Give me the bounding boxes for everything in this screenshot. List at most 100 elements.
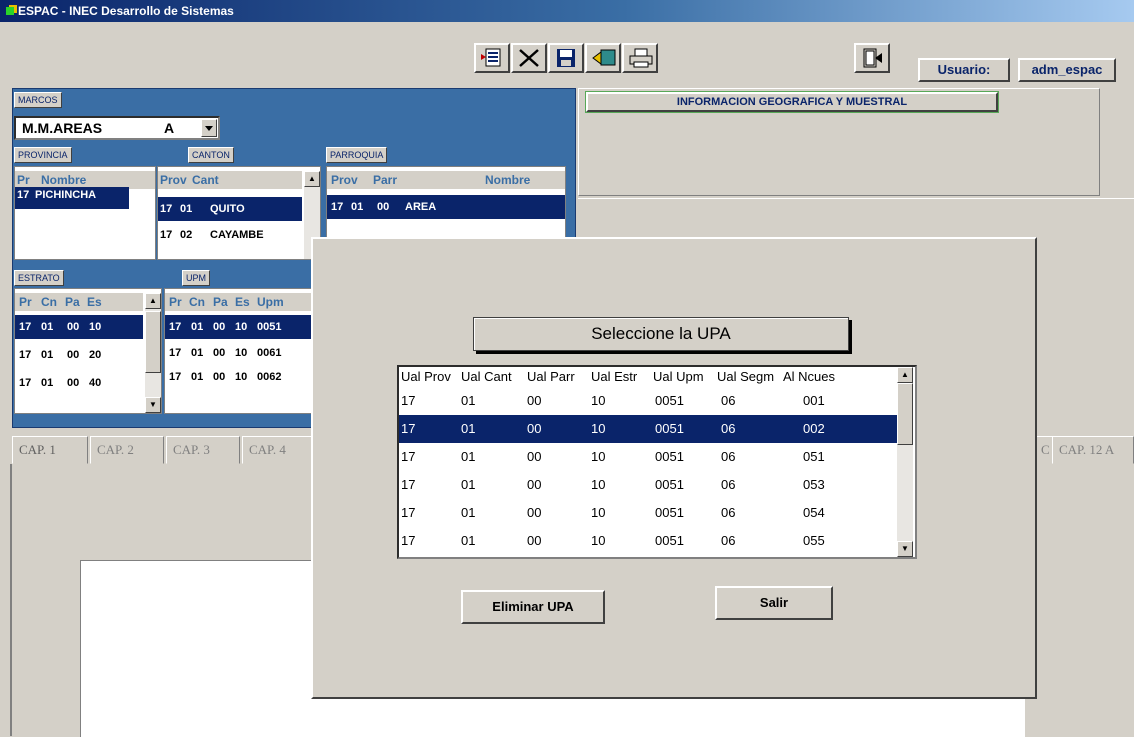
table-cell: 10 [591, 449, 606, 464]
table-row[interactable]: 17 01 00 10 0062 [165, 365, 313, 389]
window-title: ESPAC - INEC Desarrollo de Sistemas [18, 4, 234, 18]
table-row[interactable]: 17 01 00 40 [15, 371, 143, 395]
table-row[interactable]: 17 01 QUITO [158, 197, 302, 221]
scroll-down-icon[interactable]: ▼ [145, 397, 161, 413]
table-row[interactable]: 17 01 00 10 0051 06 055 [399, 527, 899, 555]
table-row[interactable]: 17 01 00 10 0051 [165, 315, 313, 339]
scroll-thumb[interactable] [145, 311, 161, 373]
table-cell: 17 [401, 505, 416, 520]
back-icon [592, 49, 616, 66]
table-cell: 06 [721, 449, 736, 464]
table-row[interactable]: 17 01 00 10 0061 [165, 341, 313, 365]
table-row[interactable]: 17 01 00 10 0051 06 054 [399, 499, 899, 527]
delete-icon [519, 49, 539, 67]
upa-scrollbar[interactable]: ▲ ▼ [897, 367, 913, 557]
col-header: Ual Estr [591, 369, 638, 384]
scroll-up-icon[interactable]: ▲ [145, 293, 161, 309]
tab-cap-1[interactable]: CAP. 1 [12, 436, 88, 464]
table-cell: 17 [401, 533, 416, 548]
table-cell: 054 [803, 505, 825, 520]
print-icon [629, 48, 653, 68]
provincia-grid[interactable]: Pr Nombre 17 PICHINCHA [14, 166, 156, 260]
table-cell: 10 [591, 533, 606, 548]
upm-grid[interactable]: Pr Cn Pa Es Upm 17 01 00 10 0051 17 01 0… [164, 288, 314, 414]
table-cell: 10 [591, 477, 606, 492]
marcos-label: MARCOS [14, 92, 62, 108]
table-row[interactable]: 17 PICHINCHA [15, 187, 129, 209]
geo-label: INFORMACION GEOGRAFICA Y MUESTRAL [586, 92, 998, 112]
table-cell: 00 [527, 421, 542, 436]
canton-header: Prov Cant [158, 171, 302, 189]
table-cell: 051 [803, 449, 825, 464]
scroll-up-icon[interactable]: ▲ [304, 171, 320, 187]
col-header: Ual Prov [401, 369, 451, 384]
table-cell: 00 [527, 505, 542, 520]
table-row[interactable]: 17 01 00 10 0051 06 002 [399, 415, 899, 443]
scroll-up-icon[interactable]: ▲ [897, 367, 913, 383]
delete-button[interactable] [511, 43, 547, 73]
table-row[interactable]: 17 01 00 AREA [327, 195, 565, 219]
table-cell: 17 [401, 477, 416, 492]
estrato-scrollbar[interactable]: ▲ ▼ [145, 293, 161, 413]
table-row[interactable]: 17 02 CAYAMBE [158, 223, 302, 247]
table-row[interactable]: 17 01 00 10 [15, 315, 143, 339]
canton-grid[interactable]: Prov Cant 17 01 QUITO 17 02 CAYAMBE ▲ [157, 166, 321, 260]
table-cell: 01 [461, 393, 476, 408]
table-cell: 01 [461, 421, 476, 436]
dialog-title: Seleccione la UPA [473, 317, 849, 351]
eliminar-upa-button[interactable]: Eliminar UPA [461, 590, 605, 624]
select-upa-dialog: Seleccione la UPA Ual Prov Ual Cant Ual … [311, 237, 1037, 699]
exit-button[interactable] [854, 43, 890, 73]
table-cell: 0051 [655, 533, 684, 548]
parroquia-label: PARROQUIA [326, 147, 388, 163]
table-cell: 06 [721, 393, 736, 408]
tab-cap-4[interactable]: CAP. 4 [242, 436, 312, 464]
table-cell: 06 [721, 421, 736, 436]
upm-header: Pr Cn Pa Es Upm [165, 293, 313, 311]
table-cell: 00 [527, 449, 542, 464]
table-cell: 053 [803, 477, 825, 492]
table-cell: 002 [803, 421, 825, 436]
new-record-button[interactable] [474, 43, 510, 73]
table-cell: 00 [527, 393, 542, 408]
provincia-label: PROVINCIA [14, 147, 72, 163]
table-cell: 001 [803, 393, 825, 408]
user-value: adm_espac [1018, 58, 1116, 82]
title-bar: ESPAC - INEC Desarrollo de Sistemas [0, 0, 1134, 22]
table-cell: 01 [461, 449, 476, 464]
chevron-down-icon [205, 126, 213, 131]
upa-grid[interactable]: Ual Prov Ual Cant Ual Parr Ual Estr Ual … [397, 365, 917, 559]
table-row[interactable]: 17 01 00 10 0051 06 051 [399, 443, 899, 471]
print-button[interactable] [622, 43, 658, 73]
exit-icon [863, 48, 882, 68]
table-cell: 10 [591, 421, 606, 436]
scroll-thumb[interactable] [897, 383, 913, 445]
save-icon [557, 49, 575, 67]
table-cell: 00 [527, 533, 542, 548]
save-button[interactable] [548, 43, 584, 73]
estrato-grid[interactable]: Pr Cn Pa Es 17 01 00 10 17 01 00 20 17 0… [14, 288, 162, 414]
tab-cap-3[interactable]: CAP. 3 [166, 436, 240, 464]
back-button[interactable] [585, 43, 621, 73]
scroll-down-icon[interactable]: ▼ [897, 541, 913, 557]
table-cell: 01 [461, 505, 476, 520]
user-label: Usuario: [918, 58, 1010, 82]
salir-button[interactable]: Salir [715, 586, 833, 620]
table-cell: 0051 [655, 477, 684, 492]
table-row[interactable]: 17 01 00 10 0051 06 053 [399, 471, 899, 499]
table-row[interactable]: 17 01 00 10 0051 06 001 [399, 387, 899, 415]
col-header: Ual Upm [653, 369, 704, 384]
parroquia-header: Prov Parr Nombre [327, 171, 565, 189]
estrato-label: ESTRATO [14, 270, 64, 286]
tab-cap-2[interactable]: CAP. 2 [90, 436, 164, 464]
col-header: Ual Cant [461, 369, 512, 384]
table-cell: 06 [721, 505, 736, 520]
tab-cap-12a[interactable]: CAP. 12 A [1052, 436, 1134, 464]
table-cell: 0051 [655, 449, 684, 464]
combo-dropdown-button[interactable] [201, 119, 217, 137]
marcos-combo-code: A [164, 120, 175, 136]
table-cell: 055 [803, 533, 825, 548]
marcos-combo[interactable]: M.M.AREAS A [14, 116, 220, 140]
table-cell: 17 [401, 421, 416, 436]
table-row[interactable]: 17 01 00 20 [15, 343, 143, 367]
